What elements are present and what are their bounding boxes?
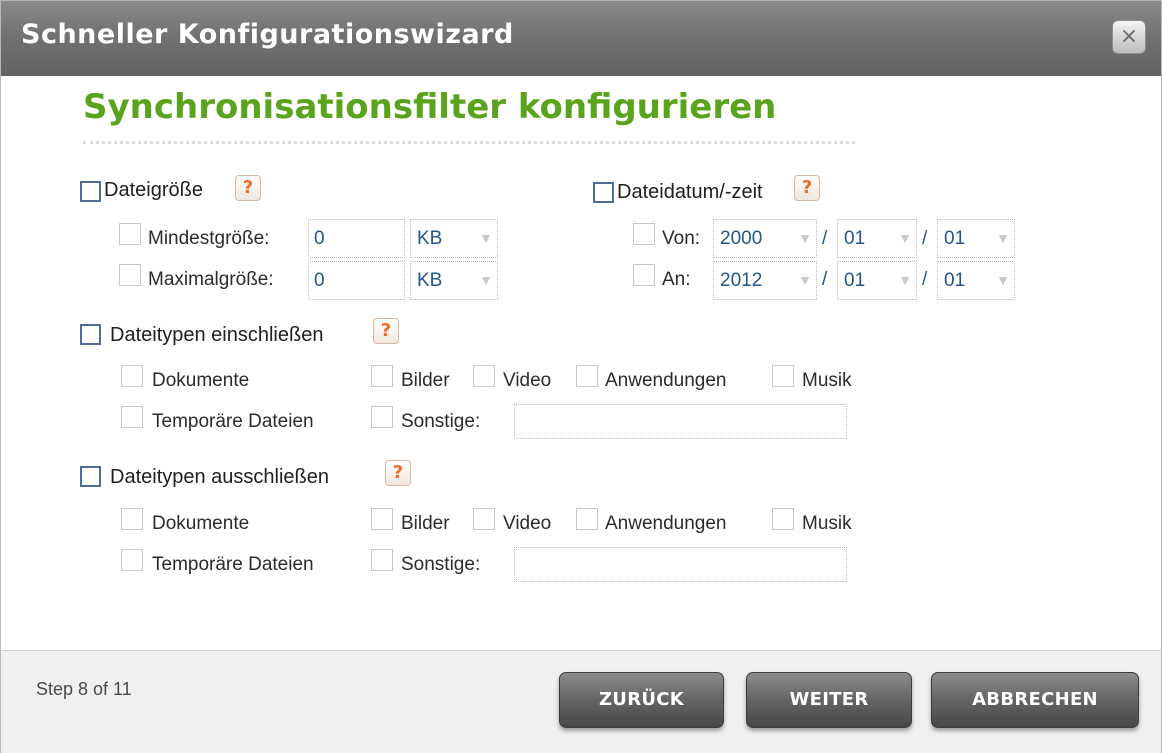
next-button[interactable]: WEITER xyxy=(746,672,912,728)
include-applications-checkbox[interactable] xyxy=(576,365,598,387)
date-separator: / xyxy=(822,228,828,249)
exclude-images-checkbox[interactable] xyxy=(371,508,393,530)
from-day-value: 01 xyxy=(944,228,966,249)
max-size-unit-value: KB xyxy=(417,270,443,291)
from-year-select[interactable]: 2000 ▼ xyxy=(713,219,817,258)
include-documents-label: Dokumente xyxy=(152,370,250,391)
max-size-input[interactable]: 0 xyxy=(308,261,405,300)
date-separator: / xyxy=(922,269,928,290)
exclude-documents-checkbox[interactable] xyxy=(121,508,143,530)
exclude-applications-checkbox[interactable] xyxy=(576,508,598,530)
help-icon-glyph: ? xyxy=(380,320,392,341)
help-icon-glyph: ? xyxy=(242,177,254,198)
exclude-images-label: Bilder xyxy=(401,513,450,534)
to-year-select[interactable]: 2012 ▼ xyxy=(713,261,817,300)
exclude-other-input[interactable] xyxy=(514,547,847,582)
include-temp-checkbox[interactable] xyxy=(121,406,143,428)
chevron-down-icon: ▼ xyxy=(798,272,812,288)
exclude-temp-label: Temporäre Dateien xyxy=(152,554,314,575)
help-icon-glyph: ? xyxy=(801,177,813,198)
exclude-types-checkbox[interactable] xyxy=(80,466,101,487)
from-month-select[interactable]: 01 ▼ xyxy=(837,219,917,258)
min-size-input[interactable]: 0 xyxy=(308,219,405,258)
to-day-value: 01 xyxy=(944,270,966,291)
max-size-label: Maximalgröße: xyxy=(148,269,274,290)
include-other-input[interactable] xyxy=(514,404,847,439)
exclude-music-label: Musik xyxy=(802,513,852,534)
filesize-help-icon[interactable]: ? xyxy=(235,175,261,201)
include-music-checkbox[interactable] xyxy=(772,365,794,387)
include-music-label: Musik xyxy=(802,370,852,391)
close-icon: × xyxy=(1119,24,1139,49)
exclude-applications-label: Anwendungen xyxy=(605,513,727,534)
exclude-other-checkbox[interactable] xyxy=(371,549,393,571)
chevron-down-icon: ▼ xyxy=(898,230,912,246)
filesize-checkbox[interactable] xyxy=(80,181,101,202)
filedate-checkbox[interactable] xyxy=(593,182,614,203)
to-day-select[interactable]: 01 ▼ xyxy=(937,261,1015,300)
exclude-video-label: Video xyxy=(503,513,552,534)
min-size-label: Mindestgröße: xyxy=(148,228,270,249)
dialog-title: Schneller Konfigurationswizard xyxy=(21,19,514,50)
exclude-temp-checkbox[interactable] xyxy=(121,549,143,571)
include-video-label: Video xyxy=(503,370,552,391)
exclude-other-label: Sonstige: xyxy=(401,554,481,575)
back-button[interactable]: ZURÜCK xyxy=(559,672,724,728)
date-from-checkbox[interactable] xyxy=(633,223,655,245)
to-month-select[interactable]: 01 ▼ xyxy=(837,261,917,300)
date-from-label: Von: xyxy=(662,228,701,249)
exclude-video-checkbox[interactable] xyxy=(473,508,495,530)
chevron-down-icon: ▼ xyxy=(479,230,493,246)
max-size-unit-select[interactable]: KB ▼ xyxy=(410,261,498,300)
page-heading: Synchronisationsfilter konfigurieren xyxy=(83,87,777,127)
filedate-label: Dateidatum/-zeit xyxy=(617,181,763,203)
include-images-checkbox[interactable] xyxy=(371,365,393,387)
from-month-value: 01 xyxy=(844,228,866,249)
include-temp-label: Temporäre Dateien xyxy=(152,411,314,432)
exclude-types-label: Dateitypen ausschließen xyxy=(110,466,330,488)
chevron-down-icon: ▼ xyxy=(798,230,812,246)
include-images-label: Bilder xyxy=(401,370,450,391)
from-day-select[interactable]: 01 ▼ xyxy=(937,219,1015,258)
include-help-icon[interactable]: ? xyxy=(373,318,399,344)
min-size-unit-select[interactable]: KB ▼ xyxy=(410,219,498,258)
to-month-value: 01 xyxy=(844,270,866,291)
include-video-checkbox[interactable] xyxy=(473,365,495,387)
date-to-label: An: xyxy=(662,269,691,290)
from-year-value: 2000 xyxy=(720,228,763,249)
close-button[interactable]: × xyxy=(1112,20,1146,54)
exclude-music-checkbox[interactable] xyxy=(772,508,794,530)
include-types-label: Dateitypen einschließen xyxy=(110,324,324,346)
cancel-button[interactable]: ABBRECHEN xyxy=(931,672,1139,728)
wizard-dialog: Schneller Konfigurationswizard × Synchro… xyxy=(0,0,1162,753)
min-size-unit-value: KB xyxy=(417,228,443,249)
filesize-label: Dateigröße xyxy=(104,179,203,201)
chevron-down-icon: ▼ xyxy=(898,272,912,288)
dialog-footer: Step 8 of 11 ZURÜCK WEITER ABBRECHEN xyxy=(1,650,1161,753)
include-other-checkbox[interactable] xyxy=(371,406,393,428)
max-size-checkbox[interactable] xyxy=(119,264,141,286)
exclude-documents-label: Dokumente xyxy=(152,513,250,534)
chevron-down-icon: ▼ xyxy=(479,272,493,288)
filedate-help-icon[interactable]: ? xyxy=(794,175,820,201)
to-year-value: 2012 xyxy=(720,270,763,291)
include-applications-label: Anwendungen xyxy=(605,370,727,391)
include-other-label: Sonstige: xyxy=(401,411,481,432)
include-types-checkbox[interactable] xyxy=(80,324,101,345)
date-separator: / xyxy=(822,269,828,290)
chevron-down-icon: ▼ xyxy=(996,272,1010,288)
date-separator: / xyxy=(922,228,928,249)
help-icon-glyph: ? xyxy=(392,462,404,483)
chevron-down-icon: ▼ xyxy=(996,230,1010,246)
date-to-checkbox[interactable] xyxy=(633,264,655,286)
heading-divider xyxy=(83,141,855,144)
min-size-checkbox[interactable] xyxy=(119,223,141,245)
title-bar: Schneller Konfigurationswizard × xyxy=(1,1,1161,76)
exclude-help-icon[interactable]: ? xyxy=(385,460,411,486)
include-documents-checkbox[interactable] xyxy=(121,365,143,387)
step-indicator: Step 8 of 11 xyxy=(36,679,132,699)
